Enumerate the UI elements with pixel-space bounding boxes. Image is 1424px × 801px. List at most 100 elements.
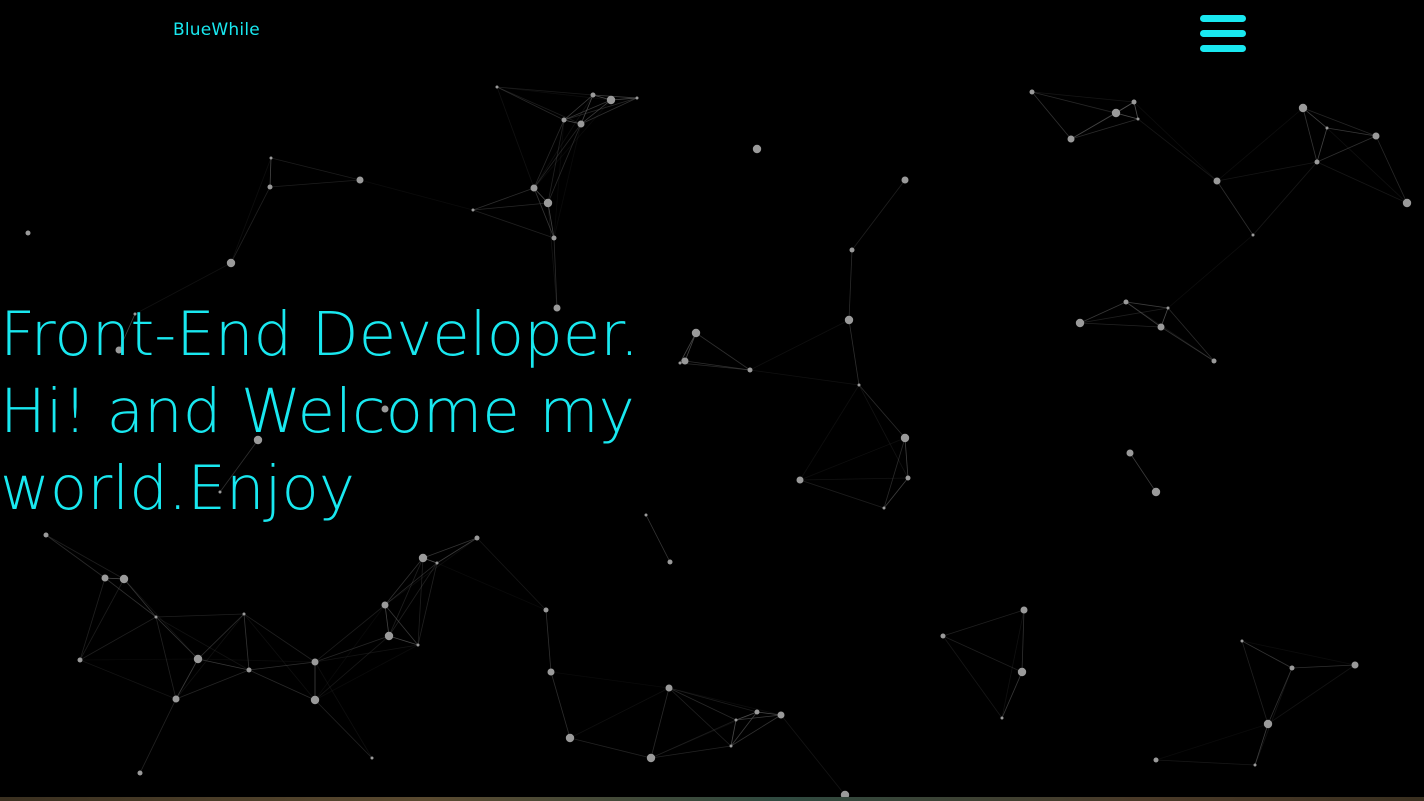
- hamburger-menu-icon[interactable]: [1200, 15, 1246, 53]
- network-node: [844, 315, 854, 325]
- network-link: [668, 687, 737, 721]
- network-node: [1166, 306, 1170, 310]
- network-link: [1241, 640, 1356, 666]
- network-node: [416, 643, 420, 647]
- network-node: [754, 709, 760, 715]
- network-node: [267, 184, 273, 190]
- hero-line-1: Front-End Developer.: [0, 299, 640, 370]
- network-link: [472, 209, 555, 239]
- network-node: [435, 561, 439, 565]
- network-link: [359, 179, 474, 211]
- network-link: [472, 187, 535, 211]
- network-link: [749, 319, 850, 371]
- network-link: [799, 479, 885, 509]
- network-node: [646, 753, 656, 763]
- network-link: [269, 157, 272, 188]
- network-node: [530, 184, 538, 192]
- network-link: [314, 604, 386, 663]
- bottom-edge-strip: [0, 797, 1424, 801]
- network-link: [270, 157, 361, 181]
- network-link: [243, 613, 316, 663]
- network-link: [695, 332, 751, 371]
- page: BlueWhile Front-End Developer. Hi! and W…: [0, 0, 1424, 801]
- network-node: [193, 654, 203, 664]
- network-link: [668, 687, 782, 716]
- network-link: [1133, 101, 1218, 182]
- network-link: [1375, 135, 1408, 204]
- network-node: [370, 756, 374, 760]
- network-link: [848, 249, 853, 321]
- network-node: [1126, 449, 1134, 457]
- network-link: [1133, 101, 1139, 120]
- network-link: [1254, 667, 1293, 766]
- network-node: [1253, 763, 1257, 767]
- network-link: [1137, 118, 1218, 182]
- network-node: [1153, 757, 1159, 763]
- network-link: [472, 202, 549, 211]
- network-link: [799, 477, 909, 481]
- network-link: [1031, 91, 1135, 103]
- network-node: [1111, 108, 1121, 118]
- network-node: [1020, 606, 1028, 614]
- network-node: [1325, 126, 1329, 130]
- network-link: [1125, 301, 1169, 309]
- network-link: [417, 562, 438, 646]
- brand-logo[interactable]: BlueWhile: [173, 20, 260, 40]
- network-node: [172, 695, 180, 703]
- network-link: [248, 661, 316, 671]
- network-link: [45, 534, 125, 580]
- network-link: [942, 635, 1003, 719]
- network-node: [543, 198, 553, 208]
- network-link: [197, 613, 245, 660]
- network-link: [1241, 640, 1269, 725]
- network-link: [799, 384, 860, 481]
- network-node: [900, 433, 910, 443]
- network-link: [1302, 107, 1328, 129]
- network-link: [139, 698, 177, 774]
- network-link: [550, 671, 571, 739]
- network-node: [1123, 299, 1129, 305]
- network-link: [155, 616, 199, 660]
- network-node: [119, 574, 129, 584]
- network-link: [476, 537, 547, 611]
- network-link: [45, 534, 106, 579]
- network-node: [418, 553, 428, 563]
- network-link: [1302, 107, 1318, 163]
- network-link: [248, 669, 316, 701]
- network-link: [1079, 322, 1162, 328]
- network-link: [175, 658, 199, 700]
- network-node: [565, 733, 575, 743]
- network-node: [242, 612, 246, 616]
- network-node: [1314, 159, 1320, 165]
- network-link: [1316, 127, 1328, 163]
- network-link: [384, 537, 478, 606]
- network-link: [314, 661, 373, 759]
- network-link: [314, 635, 390, 701]
- network-link: [858, 384, 909, 479]
- network-node: [547, 668, 555, 676]
- network-link: [384, 562, 438, 606]
- network-node: [1017, 667, 1027, 677]
- network-link: [79, 659, 177, 700]
- network-node: [1211, 358, 1217, 364]
- hero-line-2: Hi! and Welcome my: [0, 376, 635, 447]
- network-node: [1372, 132, 1380, 140]
- network-node: [667, 559, 673, 565]
- network-link: [1155, 759, 1256, 766]
- network-link: [547, 202, 555, 239]
- network-link: [1216, 180, 1254, 236]
- network-link: [1079, 301, 1127, 324]
- network-link: [123, 578, 199, 660]
- network-link: [1167, 234, 1254, 309]
- network-node: [796, 476, 804, 484]
- network-node: [857, 383, 861, 387]
- network-link: [1070, 118, 1139, 140]
- network-link: [388, 562, 438, 637]
- network-link: [942, 609, 1025, 637]
- network-link: [1155, 723, 1269, 761]
- network-node: [1067, 135, 1075, 143]
- network-node: [1075, 318, 1085, 328]
- network-link: [1079, 307, 1169, 324]
- network-node: [849, 247, 855, 253]
- network-link: [563, 94, 594, 121]
